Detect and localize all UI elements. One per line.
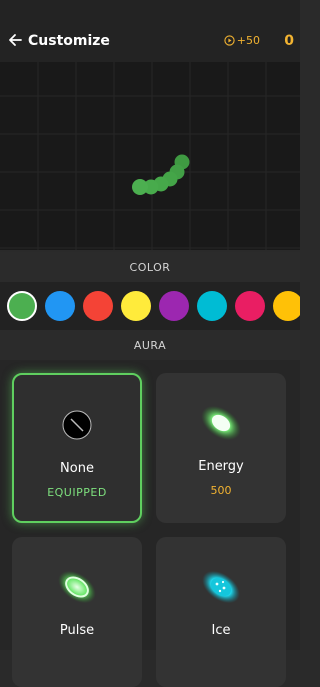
color-section-title: COLOR: [129, 260, 171, 274]
equipped-label: EQUIPPED: [47, 486, 107, 499]
watch-ad-reward[interactable]: +50: [224, 34, 260, 47]
aura-card-none[interactable]: None EQUIPPED: [12, 373, 142, 523]
none-icon: [62, 410, 92, 440]
color-swatch-red[interactable]: [83, 291, 113, 321]
aura-grid: None EQUIPPED Energy 500 Pulse Ice: [0, 360, 300, 687]
pulse-aura-icon: [58, 570, 96, 604]
color-swatch-green[interactable]: [7, 291, 37, 321]
color-swatch-yellow[interactable]: [121, 291, 151, 321]
top-bar: Customize +50 0: [0, 0, 300, 62]
aura-card-ice[interactable]: Ice: [156, 537, 286, 687]
aura-price: 500: [210, 484, 232, 497]
aura-section-title: AURA: [133, 338, 167, 352]
color-swatch-row: [0, 282, 300, 330]
preview-canvas: [0, 62, 300, 250]
aura-name: None: [60, 461, 94, 476]
aura-name: Ice: [211, 623, 231, 638]
color-swatch-cyan[interactable]: [197, 291, 227, 321]
aura-name: Energy: [198, 459, 244, 474]
snake-body: [132, 154, 190, 195]
aura-name: Pulse: [59, 623, 95, 638]
back-arrow-icon[interactable]: [8, 33, 22, 47]
page-title: Customize: [28, 33, 110, 49]
coin-balance: 0: [284, 33, 294, 49]
aura-section-header: AURA: [0, 330, 300, 360]
reward-amount: +50: [236, 34, 260, 47]
snake-preview: [0, 62, 300, 250]
color-section-header: COLOR: [0, 252, 300, 282]
play-circle-icon: [224, 35, 235, 46]
color-swatch-blue[interactable]: [45, 291, 75, 321]
energy-aura-icon: [201, 405, 241, 441]
aura-card-pulse[interactable]: Pulse: [12, 537, 142, 687]
ice-aura-icon: [202, 570, 240, 604]
color-swatch-purple[interactable]: [159, 291, 189, 321]
color-swatch-amber[interactable]: [273, 291, 300, 321]
color-swatch-pink[interactable]: [235, 291, 265, 321]
aura-card-energy[interactable]: Energy 500: [156, 373, 286, 523]
